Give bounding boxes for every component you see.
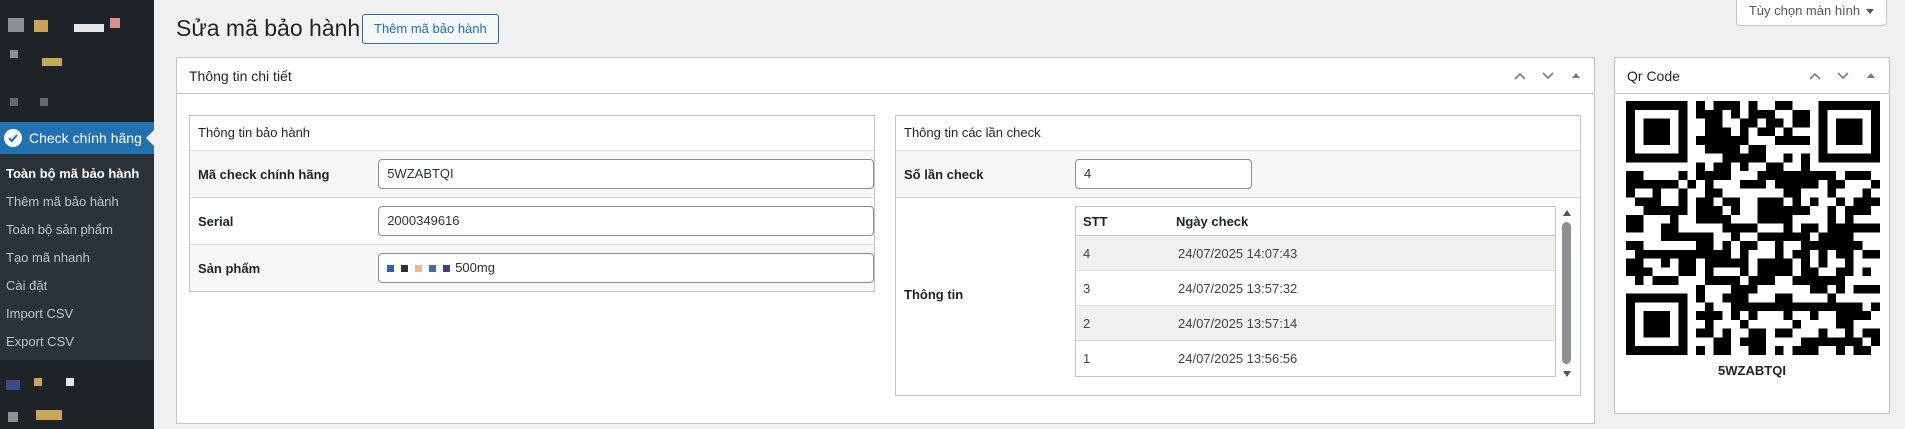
blurred-menu-item <box>6 380 20 390</box>
blurred-menu-item <box>42 58 62 66</box>
blurred-menu-item <box>66 378 74 386</box>
col-date: Ngày check <box>1176 213 1249 229</box>
check-count-field[interactable]: 4 <box>1075 159 1252 189</box>
table-row: 2 24/07/2025 13:57:14 <box>1076 306 1555 341</box>
qr-code-label: 5WZABTQI <box>1718 363 1786 378</box>
postbox-controls <box>1801 58 1885 94</box>
blurred-menu-item <box>10 50 18 58</box>
qr-postbox: Qr Code 5WZABTQI <box>1614 57 1890 414</box>
scroll-thumb[interactable] <box>1562 222 1571 364</box>
serial-label: Serial <box>198 213 234 229</box>
scroll-up-icon[interactable] <box>1563 210 1571 216</box>
caret-up-icon[interactable] <box>1857 58 1885 94</box>
serial-row: Serial 2000349616 <box>190 198 874 245</box>
blurred-logo <box>74 24 104 32</box>
blurred-logo <box>110 18 120 28</box>
check-history-panel: Thông tin các lần check Số lần check 4 T… <box>895 115 1581 396</box>
serial-field[interactable]: 2000349616 <box>378 206 874 236</box>
blurred-menu-item <box>40 98 48 106</box>
screen-options-label: Tùy chọn màn hình <box>1748 3 1861 18</box>
postbox-header: Thông tin chi tiết <box>177 58 1594 94</box>
check-circle-icon <box>4 129 22 147</box>
submenu-quick-create[interactable]: Tạo mã nhanh <box>0 244 154 272</box>
check-history-table: STT Ngày check 4 24/07/2025 14:07:43 3 2… <box>1075 206 1556 377</box>
product-label: Sản phẩm <box>198 260 261 276</box>
blurred-logo <box>34 20 48 32</box>
table-row: 3 24/07/2025 13:57:32 <box>1076 271 1555 306</box>
row-date: 24/07/2025 13:56:56 <box>1178 351 1298 366</box>
submenu-import-csv[interactable]: Import CSV <box>0 300 154 328</box>
blurred-menu-item <box>10 98 18 106</box>
code-field[interactable]: 5WZABTQI <box>378 159 874 189</box>
vertical-scrollbar[interactable] <box>1558 206 1576 381</box>
row-stt: 1 <box>1083 351 1091 366</box>
postbox-title: Thông tin chi tiết <box>189 67 292 84</box>
chevron-down-icon[interactable] <box>1829 58 1857 94</box>
screen-options-toggle[interactable]: Tùy chọn màn hình <box>1736 0 1887 26</box>
row-date: 24/07/2025 14:07:43 <box>1178 245 1298 261</box>
submenu: Toàn bộ mã bảo hành Thêm mã bảo hành Toà… <box>0 154 154 360</box>
detail-postbox: Thông tin chi tiết Thông tin bảo hành Mã… <box>176 57 1595 424</box>
current-menu-arrow <box>146 130 154 146</box>
submenu-add-code[interactable]: Thêm mã bảo hành <box>0 188 154 216</box>
row-date: 24/07/2025 13:57:32 <box>1178 280 1298 296</box>
row-stt: 2 <box>1083 315 1091 331</box>
table-body: 4 24/07/2025 14:07:43 3 24/07/2025 13:57… <box>1076 236 1555 376</box>
row-stt: 4 <box>1083 245 1091 261</box>
postbox-title: Qr Code <box>1627 67 1680 84</box>
blurred-menu-item <box>36 410 62 420</box>
chevron-up-icon[interactable] <box>1506 58 1534 94</box>
check-count-row: Số lần check 4 <box>896 151 1580 198</box>
scroll-down-icon[interactable] <box>1563 371 1571 377</box>
code-label: Mã check chính hãng <box>198 166 330 182</box>
check-info-row: Thông tin STT Ngày check 4 24/07/2025 14… <box>896 198 1580 395</box>
submenu-all-products[interactable]: Toàn bộ sản phẩm <box>0 216 154 244</box>
check-info-label: Thông tin <box>904 287 964 302</box>
warranty-panel: Thông tin bảo hành Mã check chính hãng 5… <box>189 115 875 292</box>
check-count-label: Số lần check <box>904 166 984 182</box>
caret-up-icon[interactable] <box>1562 58 1590 94</box>
submenu-settings[interactable]: Cài đặt <box>0 272 154 300</box>
product-value: 500mg <box>455 260 495 275</box>
blurred-menu-item <box>8 412 18 422</box>
table-row: 4 24/07/2025 14:07:43 <box>1076 236 1555 271</box>
submenu-all-codes[interactable]: Toàn bộ mã bảo hành <box>0 160 154 188</box>
blurred-logo <box>8 18 24 32</box>
submenu-export-csv[interactable]: Export CSV <box>0 328 154 356</box>
postbox-header: Qr Code <box>1615 58 1889 94</box>
code-row: Mã check chính hãng 5WZABTQI <box>190 151 874 198</box>
check-history-scroll[interactable]: STT Ngày check 4 24/07/2025 14:07:43 3 2… <box>1075 206 1578 381</box>
chevron-down-icon[interactable] <box>1534 58 1562 94</box>
caret-down-icon <box>1866 9 1875 15</box>
admin-sidebar: Check chính hãng Toàn bộ mã bảo hành Thê… <box>0 0 154 429</box>
table-header: STT Ngày check <box>1076 207 1555 236</box>
check-panel-title: Thông tin các lần check <box>896 116 1580 151</box>
blurred-product-name <box>387 264 451 272</box>
row-stt: 3 <box>1083 280 1091 296</box>
row-date: 24/07/2025 13:57:14 <box>1178 315 1298 331</box>
col-stt: STT <box>1083 213 1108 229</box>
chevron-up-icon[interactable] <box>1801 58 1829 94</box>
product-row: Sản phẩm 500mg <box>190 245 874 291</box>
menu-check-chinh-hang[interactable]: Check chính hãng <box>0 122 154 154</box>
page-title: Sửa mã bảo hành <box>176 15 361 41</box>
menu-label: Check chính hãng <box>29 130 142 146</box>
blurred-menu-item <box>34 378 42 386</box>
table-row: 1 24/07/2025 13:56:56 <box>1076 341 1555 376</box>
product-field[interactable]: 500mg <box>378 253 874 283</box>
add-code-button[interactable]: Thêm mã bảo hành <box>362 14 499 44</box>
warranty-panel-title: Thông tin bảo hành <box>190 116 874 151</box>
postbox-controls <box>1506 58 1590 94</box>
qr-code-image <box>1626 101 1880 355</box>
